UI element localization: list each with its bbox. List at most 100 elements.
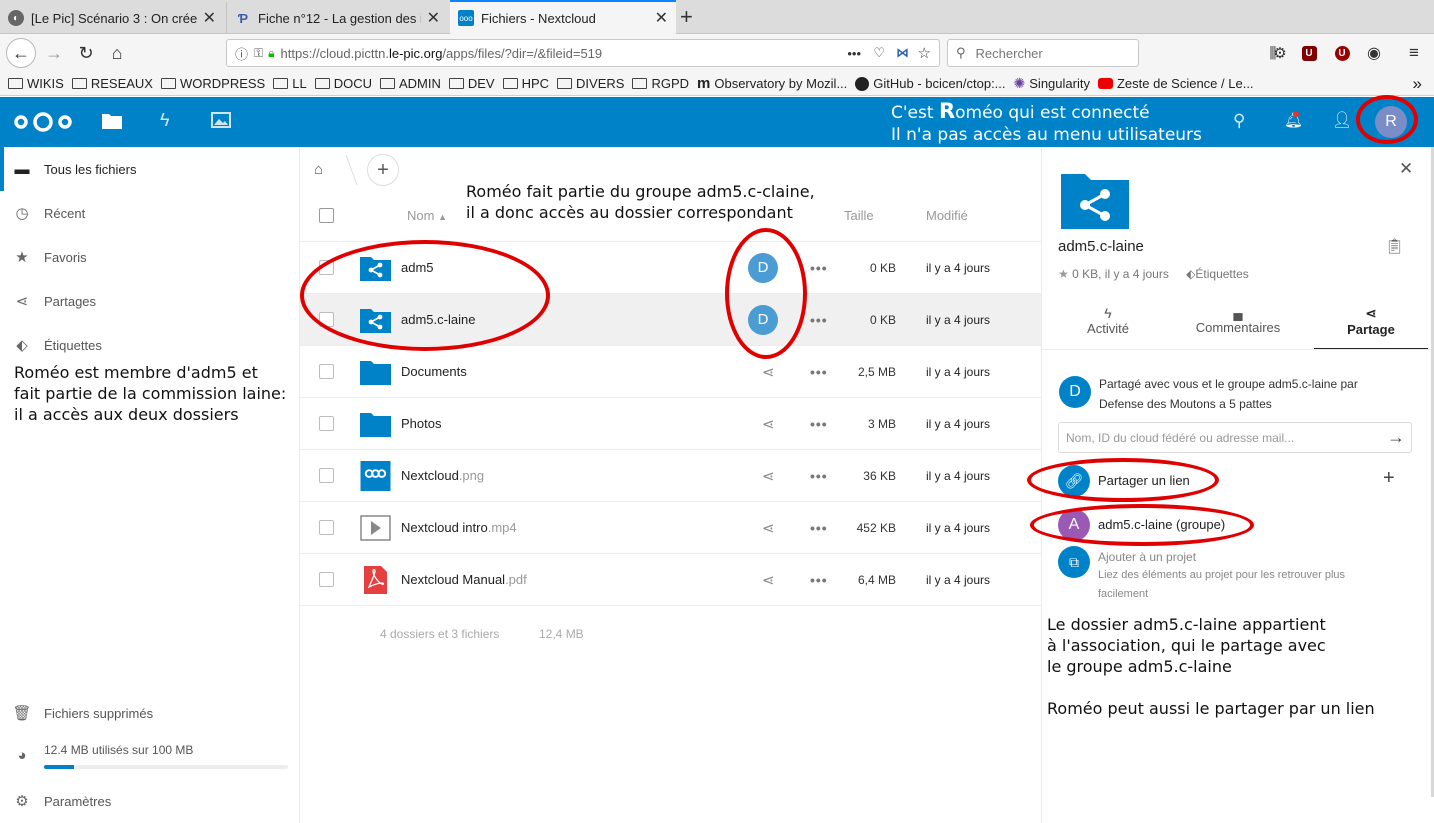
ublock-icon[interactable]: U [1295, 40, 1323, 66]
share-icon[interactable]: ⋖ [762, 415, 775, 433]
add-to-project[interactable]: Ajouter à un projet [1098, 550, 1196, 564]
pocket-icon[interactable]: ♡ [873, 45, 885, 61]
bookmark-folder[interactable]: RGPD [632, 76, 689, 91]
extension-red-icon[interactable]: U [1328, 40, 1356, 66]
row-checkbox[interactable] [319, 364, 334, 379]
close-tab-icon[interactable]: ✕ [203, 8, 216, 28]
youtube-icon [1097, 78, 1113, 89]
browser-nav-bar: ← → ↻ ⌂ ⓘ ⚿ 🔒︎ https://cloud.picttn. le-p… [0, 34, 1434, 72]
close-tab-icon[interactable]: ✕ [655, 8, 668, 28]
bookmark-folder[interactable]: ADMIN [379, 76, 441, 91]
bookmark-folder[interactable]: HPC [502, 76, 549, 91]
row-checkbox[interactable] [319, 468, 334, 483]
bookmark-folder[interactable]: DIVERS [557, 76, 624, 91]
tab-sharing[interactable]: ⋖ Partage [1314, 305, 1428, 349]
url-bar[interactable]: ⓘ ⚿ 🔒︎ https://cloud.picttn. le-pic.org/a… [226, 39, 940, 67]
settings-gear-icon[interactable]: ⚙ [1266, 40, 1294, 66]
reload-icon[interactable]: ↻ [72, 40, 100, 66]
table-row[interactable]: Photos ⋖ ••• 3 MB il y a 4 jours [300, 398, 1041, 450]
clipboard-icon[interactable]: 📋︎ [1385, 237, 1404, 255]
column-name[interactable]: Nom ▲ [407, 208, 447, 223]
back-icon[interactable]: ← [6, 38, 36, 68]
bookmark-folder[interactable]: DOCU [314, 76, 372, 91]
add-share-link-button[interactable]: + [1383, 467, 1395, 490]
page-actions-icon[interactable]: ••• [847, 46, 861, 61]
contacts-icon[interactable]: 👤︎ [1332, 110, 1352, 130]
column-modified[interactable]: Modifié [926, 208, 968, 223]
bookmark-link[interactable]: ✺ Singularity [1014, 75, 1090, 92]
sidebar-item-tags[interactable]: ⬖ Étiquettes [0, 323, 299, 367]
close-panel-icon[interactable]: ✕ [1399, 159, 1413, 179]
sidebar-item-shares[interactable]: ⋖ Partages [0, 279, 299, 323]
table-row[interactable]: Documents ⋖ ••• 2,5 MB il y a 4 jours [300, 346, 1041, 398]
browser-tab-active[interactable]: ooo Fichiers - Nextcloud ✕ [450, 0, 676, 34]
row-checkbox[interactable] [319, 572, 334, 587]
file-name[interactable]: Documents [401, 364, 467, 379]
bookmark-folder[interactable]: DEV [448, 76, 495, 91]
row-checkbox[interactable] [319, 520, 334, 535]
new-tab-button[interactable]: + [680, 4, 693, 30]
arrow-right-icon[interactable]: → [1387, 427, 1405, 448]
file-name[interactable]: Photos [401, 416, 441, 431]
search-placeholder: Rechercher [975, 45, 1043, 61]
extension-icon[interactable]: ⋈ [896, 45, 909, 61]
tab-activity[interactable]: ϟ Activité [1062, 305, 1154, 336]
sidebar-item-label: Étiquettes [44, 337, 102, 353]
star-icon[interactable]: ★ [1058, 267, 1069, 281]
bookmark-star-icon[interactable]: ☆ [918, 44, 931, 62]
bookmark-link[interactable]: Zeste de Science / Le... [1097, 76, 1254, 91]
bookmark-link[interactable]: m Observatory by Mozil... [697, 75, 847, 92]
folder-icon [71, 78, 87, 89]
table-row[interactable]: Nextcloud Manual.pdf ⋖ ••• 6,4 MB il y a… [300, 554, 1041, 606]
row-checkbox[interactable] [319, 416, 334, 431]
forward-icon[interactable]: → [40, 40, 68, 66]
annotation-header: C'est Roméo qui est connecté [891, 101, 1150, 124]
bookmark-link[interactable]: GitHub - bcicen/ctop:... [855, 76, 1006, 91]
file-name[interactable]: Nextcloud Manual.pdf [401, 572, 527, 587]
close-tab-icon[interactable]: ✕ [427, 8, 440, 28]
file-basename: Nextcloud intro [401, 520, 488, 535]
sidebar-item-all-files[interactable]: ▬ Tous les fichiers [0, 147, 299, 191]
tags-link[interactable]: Étiquettes [1195, 267, 1248, 281]
table-row[interactable]: Nextcloud.png ⋖ ••• 36 KB il y a 4 jours [300, 450, 1041, 502]
select-all-checkbox[interactable] [319, 208, 334, 223]
search-icon[interactable]: ⚲ [1233, 111, 1245, 131]
home-icon[interactable]: ⌂ [103, 40, 131, 66]
table-row[interactable]: Nextcloud intro.mp4 ⋖ ••• 452 KB il y a … [300, 502, 1041, 554]
account-icon[interactable]: ◉ [1360, 40, 1388, 66]
folder-icon [8, 78, 23, 89]
bookmark-folder[interactable]: RESEAUX [71, 76, 153, 91]
browser-search-input[interactable]: ⚲ Rechercher [947, 39, 1139, 67]
files-app-icon[interactable] [102, 112, 122, 132]
share-icon[interactable]: ⋖ [762, 519, 775, 537]
share-icon[interactable]: ⋖ [762, 363, 775, 381]
sidebar-item-deleted-files[interactable]: 🗑︎ Fichiers supprimés [0, 691, 299, 735]
activity-app-icon[interactable]: ϟ [160, 110, 170, 131]
share-icon[interactable]: ⋖ [762, 467, 775, 485]
bookmark-folder[interactable]: WORDPRESS [160, 76, 265, 91]
nextcloud-logo[interactable] [12, 111, 74, 136]
column-size[interactable]: Taille [844, 208, 874, 223]
home-breadcrumb-icon[interactable]: ⌂ [314, 161, 323, 178]
bookmark-label: GitHub - bcicen/ctop:... [873, 76, 1006, 91]
bookmark-folder[interactable]: WIKIS [8, 76, 64, 91]
activity-icon: ϟ [1104, 305, 1112, 321]
tab-comments[interactable]: ▄ Commentaires [1188, 305, 1288, 335]
menu-icon[interactable]: ≡ [1400, 40, 1428, 66]
file-name[interactable]: Nextcloud.png [401, 468, 484, 483]
sidebar-item-settings[interactable]: ⚙ Paramètres [0, 779, 299, 823]
sidebar-item-recent[interactable]: ◷ Récent [0, 191, 299, 235]
sidebar-item-label: Partages [44, 293, 97, 309]
notifications-icon[interactable]: 🔔︎ [1284, 111, 1303, 129]
sidebar-item-favorites[interactable]: ★ Favoris [0, 235, 299, 279]
info-icon[interactable]: ⓘ [235, 44, 248, 63]
share-icon[interactable]: ⋖ [762, 571, 775, 589]
browser-tab[interactable]: Ƥ Fiche n°12 - La gestion des im ✕ [226, 2, 448, 34]
gallery-app-icon[interactable] [211, 112, 231, 131]
share-with-input[interactable]: Nom, ID du cloud fédéré ou adresse mail.… [1058, 422, 1412, 453]
file-name[interactable]: Nextcloud intro.mp4 [401, 520, 517, 535]
bookmarks-overflow-button[interactable]: » [1413, 74, 1422, 94]
browser-tab[interactable]: ◐ [Le Pic] Scénario 3 : On crée u ✕ [0, 2, 224, 34]
bookmark-folder[interactable]: LL [273, 76, 307, 91]
new-file-button[interactable]: + [367, 154, 399, 186]
